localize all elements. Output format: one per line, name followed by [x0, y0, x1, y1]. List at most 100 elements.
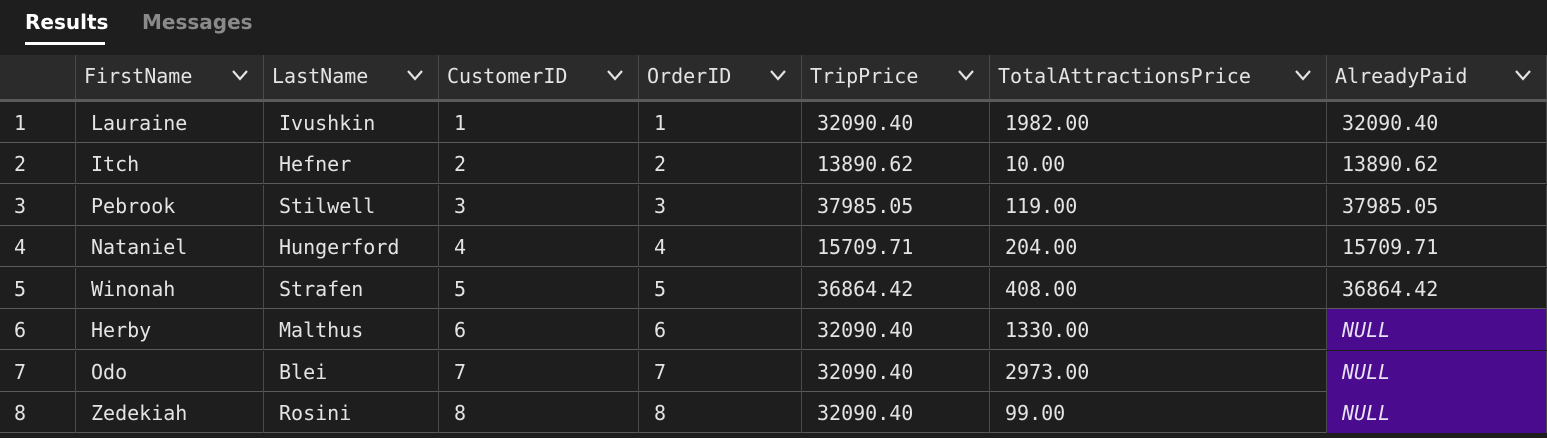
tab-messages[interactable]: Messages: [142, 8, 253, 36]
cell-orderid[interactable]: 6: [639, 309, 802, 350]
cell-tripprice[interactable]: 13890.62: [802, 143, 990, 184]
chevron-down-icon[interactable]: [406, 69, 424, 81]
cell-tripprice[interactable]: 32090.40: [802, 351, 990, 392]
chevron-down-icon[interactable]: [957, 69, 975, 81]
cell-tripprice[interactable]: 32090.40: [802, 309, 990, 350]
cell-tripprice[interactable]: 32090.40: [802, 102, 990, 143]
cell-orderid[interactable]: 3: [639, 185, 802, 226]
cell-lastname[interactable]: Stilwell: [264, 185, 439, 226]
cell-value: Rosini: [279, 401, 352, 425]
cell-customerid[interactable]: 7: [439, 351, 639, 392]
row-number[interactable]: 8: [0, 392, 76, 433]
cell-customerid[interactable]: 4: [439, 226, 639, 267]
cell-tripprice[interactable]: 37985.05: [802, 185, 990, 226]
cell-lastname[interactable]: Blei: [264, 351, 439, 392]
cell-alreadypaid[interactable]: 36864.42: [1327, 268, 1547, 309]
cell-lastname[interactable]: Hungerford: [264, 226, 439, 267]
column-header-firstname[interactable]: FirstName: [76, 55, 264, 99]
cell-firstname[interactable]: Lauraine: [76, 102, 264, 143]
cell-lastname[interactable]: Strafen: [264, 268, 439, 309]
cell-alreadypaid[interactable]: NULL: [1327, 309, 1547, 350]
column-header-customerid[interactable]: CustomerID: [439, 55, 639, 99]
cell-orderid[interactable]: 1: [639, 102, 802, 143]
cell-orderid[interactable]: 8: [639, 392, 802, 433]
cell-customerid[interactable]: 8: [439, 392, 639, 433]
table-row[interactable]: 1 Lauraine Ivushkin 1 1 32090.40 1982.00 32090.…: [0, 102, 1547, 143]
column-header-tripprice[interactable]: TripPrice: [802, 55, 990, 99]
cell-tripprice[interactable]: 32090.40: [802, 392, 990, 433]
table-row[interactable]: 6 Herby Malthus 6 6 32090.40 1330.00 NULL: [0, 309, 1547, 350]
row-number[interactable]: 7: [0, 351, 76, 392]
cell-tripprice[interactable]: 15709.71: [802, 226, 990, 267]
column-header-totalattractionsprice[interactable]: TotalAttractionsPrice: [990, 55, 1327, 99]
cell-value: 13890.62: [1342, 152, 1439, 176]
cell-tripprice[interactable]: 36864.42: [802, 268, 990, 309]
chevron-down-icon[interactable]: [1514, 69, 1532, 81]
cell-value: NULL: [1342, 401, 1391, 425]
chevron-down-icon[interactable]: [769, 69, 787, 81]
row-number[interactable]: 2: [0, 143, 76, 184]
cell-value: 6: [654, 318, 667, 342]
cell-firstname[interactable]: Itch: [76, 143, 264, 184]
table-row[interactable]: 3 Pebrook Stilwell 3 3 37985.05 119.00 37985.05: [0, 185, 1547, 226]
cell-customerid[interactable]: 6: [439, 309, 639, 350]
cell-value: 408.00: [1005, 277, 1078, 301]
tab-results[interactable]: Results: [25, 8, 108, 36]
cell-value: 204.00: [1005, 235, 1078, 259]
cell-lastname[interactable]: Ivushkin: [264, 102, 439, 143]
cell-firstname[interactable]: Zedekiah: [76, 392, 264, 433]
column-header-orderid[interactable]: OrderID: [639, 55, 802, 99]
cell-totalattractionsprice[interactable]: 2973.00: [990, 351, 1327, 392]
chevron-down-icon[interactable]: [1294, 69, 1312, 81]
table-row[interactable]: 5 Winonah Strafen 5 5 36864.42 408.00 36864.42: [0, 268, 1547, 309]
cell-customerid[interactable]: 1: [439, 102, 639, 143]
cell-orderid[interactable]: 4: [639, 226, 802, 267]
cell-alreadypaid[interactable]: 13890.62: [1327, 143, 1547, 184]
cell-firstname[interactable]: Winonah: [76, 268, 264, 309]
cell-totalattractionsprice[interactable]: 10.00: [990, 143, 1327, 184]
row-number-label: 6: [14, 318, 27, 342]
chevron-down-icon[interactable]: [231, 69, 249, 81]
cell-firstname[interactable]: Odo: [76, 351, 264, 392]
cell-totalattractionsprice[interactable]: 99.00: [990, 392, 1327, 433]
cell-orderid[interactable]: 2: [639, 143, 802, 184]
cell-alreadypaid[interactable]: 15709.71: [1327, 226, 1547, 267]
cell-value: 3: [654, 194, 667, 218]
cell-customerid[interactable]: 5: [439, 268, 639, 309]
cell-totalattractionsprice[interactable]: 119.00: [990, 185, 1327, 226]
cell-totalattractionsprice[interactable]: 408.00: [990, 268, 1327, 309]
cell-alreadypaid[interactable]: 32090.40: [1327, 102, 1547, 143]
row-number-header[interactable]: [0, 55, 76, 99]
chevron-down-icon[interactable]: [606, 69, 624, 81]
column-header-lastname[interactable]: LastName: [264, 55, 439, 99]
row-number[interactable]: 3: [0, 185, 76, 226]
column-header-label: FirstName: [84, 64, 193, 88]
table-row[interactable]: 8 Zedekiah Rosini 8 8 32090.40 99.00 NULL: [0, 392, 1547, 433]
cell-firstname[interactable]: Nataniel: [76, 226, 264, 267]
row-number[interactable]: 4: [0, 226, 76, 267]
column-header-alreadypaid[interactable]: AlreadyPaid: [1327, 55, 1547, 99]
cell-orderid[interactable]: 7: [639, 351, 802, 392]
cell-value: 8: [654, 401, 667, 425]
cell-totalattractionsprice[interactable]: 1982.00: [990, 102, 1327, 143]
cell-totalattractionsprice[interactable]: 1330.00: [990, 309, 1327, 350]
cell-firstname[interactable]: Herby: [76, 309, 264, 350]
cell-customerid[interactable]: 2: [439, 143, 639, 184]
cell-firstname[interactable]: Pebrook: [76, 185, 264, 226]
row-number[interactable]: 6: [0, 309, 76, 350]
table-row[interactable]: 4 Nataniel Hungerford 4 4 15709.71 204.00 15709…: [0, 226, 1547, 267]
cell-lastname[interactable]: Malthus: [264, 309, 439, 350]
cell-customerid[interactable]: 3: [439, 185, 639, 226]
row-number[interactable]: 5: [0, 268, 76, 309]
table-row[interactable]: 2 Itch Hefner 2 2 13890.62 10.00 13890.62: [0, 143, 1547, 184]
cell-lastname[interactable]: Hefner: [264, 143, 439, 184]
cell-alreadypaid[interactable]: NULL: [1327, 351, 1547, 392]
row-number[interactable]: 1: [0, 102, 76, 143]
table-row[interactable]: 7 Odo Blei 7 7 32090.40 2973.00 NULL: [0, 351, 1547, 392]
cell-value: 32090.40: [817, 111, 914, 135]
cell-orderid[interactable]: 5: [639, 268, 802, 309]
cell-lastname[interactable]: Rosini: [264, 392, 439, 433]
cell-alreadypaid[interactable]: NULL: [1327, 392, 1547, 433]
cell-alreadypaid[interactable]: 37985.05: [1327, 185, 1547, 226]
cell-totalattractionsprice[interactable]: 204.00: [990, 226, 1327, 267]
